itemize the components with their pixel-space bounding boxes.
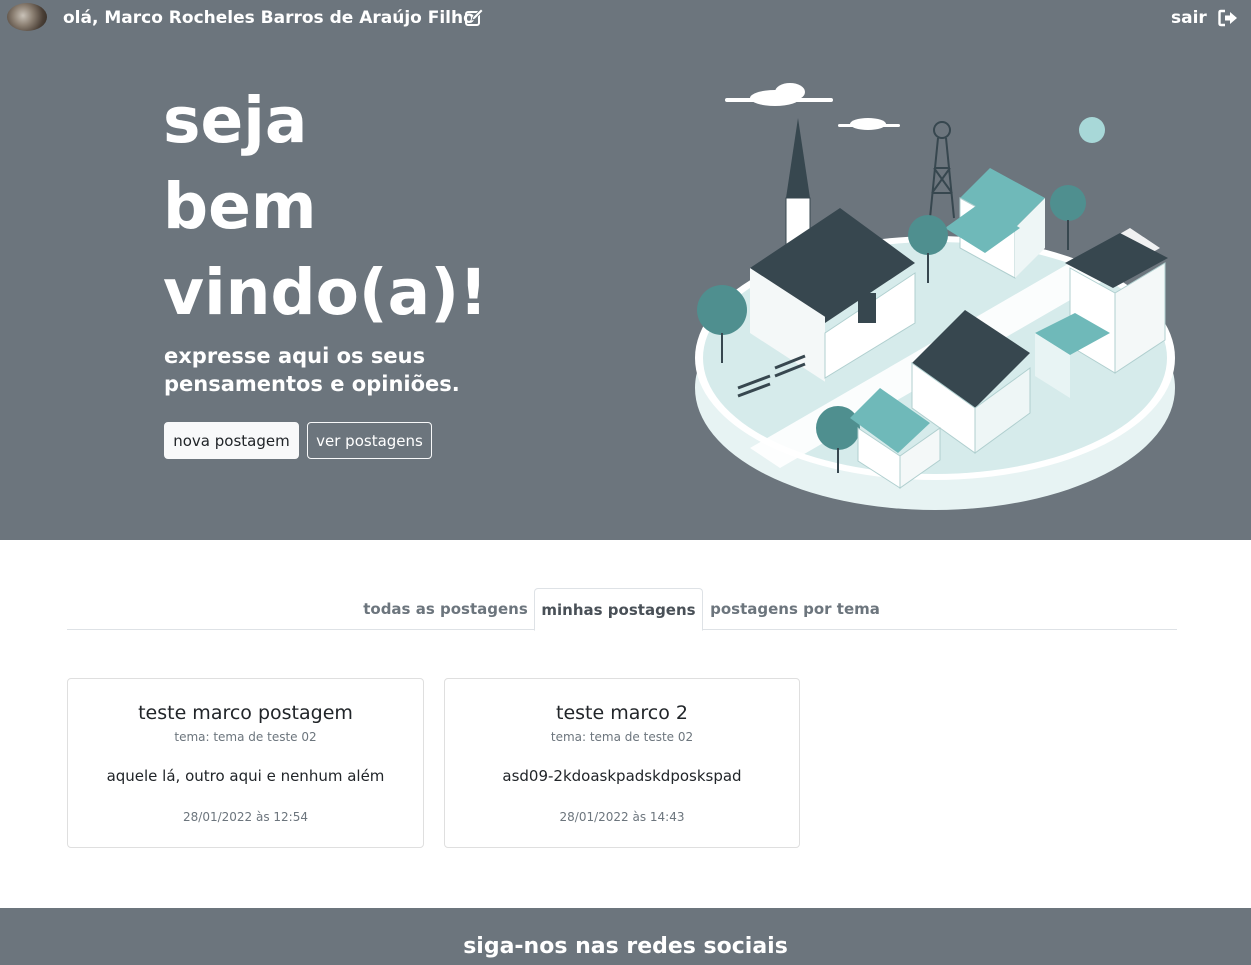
tab-my-posts[interactable]: minhas postagens [534, 588, 703, 631]
post-date: 28/01/2022 às 14:43 [559, 810, 685, 824]
avatar[interactable] [7, 3, 47, 31]
welcome-subline: expresse aqui os seus pensamentos e opin… [164, 344, 460, 396]
footer-title: siga-nos nas redes sociais [463, 934, 788, 959]
post-text: aquele lá, outro aqui e nenhum além [106, 767, 385, 785]
tab-all-posts[interactable]: todas as postagens [357, 588, 534, 630]
headline-line-2: bem [163, 170, 317, 243]
edit-icon[interactable] [464, 8, 484, 28]
sign-out-icon[interactable] [1218, 9, 1238, 27]
hero-section: olá, Marco Rocheles Barros de Araújo Fil… [0, 0, 1251, 540]
post-theme: tema: tema de teste 02 [550, 730, 694, 744]
post-date: 28/01/2022 às 12:54 [183, 810, 308, 824]
post-card: teste marco postagem tema: tema de teste… [67, 678, 424, 848]
town-illustration [695, 83, 1175, 510]
post-tabs: todas as postagens minhas postagens post… [67, 588, 1177, 631]
tab-posts-by-theme[interactable]: postagens por tema [703, 588, 887, 630]
post-theme: tema: tema de teste 02 [174, 730, 317, 744]
post-card: teste marco 2 tema: tema de teste 02 asd… [444, 678, 800, 848]
post-title: teste marco 2 [556, 702, 688, 724]
top-navbar: olá, Marco Rocheles Barros de Araújo Fil… [0, 0, 1251, 38]
logout-button[interactable]: sair [1171, 8, 1207, 28]
headline-line-1: seja [163, 84, 308, 157]
welcome-headline: seja bem vindo(a)! [163, 78, 488, 336]
view-posts-button[interactable]: ver postagens [307, 422, 432, 459]
footer: siga-nos nas redes sociais [0, 908, 1251, 965]
post-title: teste marco postagem [138, 702, 353, 724]
headline-line-3: vindo(a)! [163, 256, 488, 329]
post-text: asd09-2kdoaskpadskdposkspad [502, 767, 742, 785]
user-greeting: olá, Marco Rocheles Barros de Araújo Fil… [63, 8, 475, 28]
new-post-button[interactable]: nova postagem [164, 422, 299, 459]
